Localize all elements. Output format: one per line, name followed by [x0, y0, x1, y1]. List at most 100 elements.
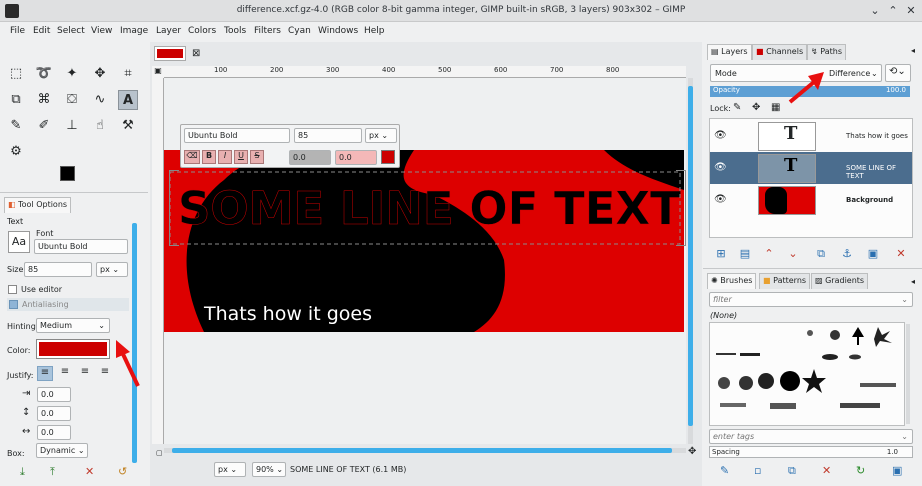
line-spacing-field[interactable]: 0.0 — [37, 406, 71, 421]
justify-center-icon[interactable]: ≡ — [77, 366, 93, 381]
lock-pixels-icon[interactable]: ✎ — [733, 102, 741, 113]
menu-help[interactable]: Help — [364, 26, 385, 36]
status-unit-select[interactable]: px ⌄ — [214, 462, 246, 477]
antialiasing-checkbox[interactable] — [9, 300, 18, 309]
italic-button[interactable]: I — [218, 150, 232, 164]
vertical-scrollbar-track[interactable] — [688, 78, 693, 444]
dock-menu-icon[interactable]: ◂ — [911, 46, 915, 55]
menu-filters[interactable]: Filters — [254, 26, 281, 36]
layer-mask-icon[interactable]: ▣ — [866, 247, 880, 261]
anchor-layer-icon[interactable]: ⚓ — [840, 247, 854, 261]
duplicate-brush-icon[interactable]: ⧉ — [788, 464, 796, 478]
baseline-field[interactable]: 0.0 — [289, 150, 331, 165]
antialiasing-row[interactable]: Antialiasing — [7, 298, 129, 311]
dodge-burn-icon[interactable]: ⚒ — [118, 116, 138, 136]
smudge-icon[interactable]: ☝ — [90, 116, 110, 136]
subtext[interactable]: Thats how it goes — [203, 303, 372, 325]
canvas-unit-select[interactable]: px ⌄ — [365, 128, 397, 143]
tab-channels[interactable]: ■ Channels — [752, 44, 808, 60]
justify-left-icon[interactable]: ≡ — [37, 366, 53, 381]
menu-select[interactable]: Select — [57, 26, 85, 36]
quick-mask-icon[interactable]: ▢ — [156, 449, 163, 457]
layer-name[interactable]: Background — [846, 196, 893, 204]
spacing-slider[interactable]: Spacing 1.0 — [709, 446, 913, 458]
strikethrough-button[interactable]: S — [250, 150, 264, 164]
font-field[interactable]: Ubuntu Bold — [34, 239, 128, 254]
image-canvas[interactable]: SOME LINE OF TEXT Thats how it goes — [164, 150, 684, 332]
menu-layer[interactable]: Layer — [156, 26, 181, 36]
minimize-icon[interactable]: ⌄ — [868, 4, 882, 18]
maximize-icon[interactable]: ⌃ — [886, 4, 900, 18]
new-brush-icon[interactable]: ▫ — [754, 464, 761, 477]
open-brush-as-image-icon[interactable]: ▣ — [892, 464, 902, 477]
layer-row[interactable]: 👁 Background — [710, 184, 912, 216]
tab-paths[interactable]: ↯ Paths — [807, 44, 846, 60]
eye-icon[interactable]: 👁 — [714, 162, 727, 173]
crop-tool-icon[interactable]: ⌗ — [118, 64, 138, 84]
ruler-corner-icon[interactable]: ▣ — [152, 66, 164, 78]
text-tool-icon[interactable]: A — [118, 90, 138, 110]
delete-brush-icon[interactable]: ✕ — [822, 464, 831, 477]
font-preview-icon[interactable]: Aa — [8, 231, 30, 253]
color-button[interactable] — [36, 339, 110, 359]
lock-position-icon[interactable]: ✥ — [752, 102, 760, 113]
menu-image[interactable]: Image — [120, 26, 148, 36]
brush-grid[interactable] — [709, 322, 905, 426]
warp-transform-icon[interactable]: ⌘ — [34, 90, 54, 110]
text-box-handle-left[interactable] — [169, 170, 179, 246]
vertical-ruler[interactable] — [152, 78, 164, 444]
brushes-dock-menu-icon[interactable]: ◂ — [911, 277, 915, 286]
layer-row[interactable]: 👁 T Thats how it goes — [710, 120, 912, 152]
horizontal-scrollbar-track[interactable] — [164, 448, 686, 453]
fuzzy-select-icon[interactable]: ✦ — [62, 64, 82, 84]
menu-tools[interactable]: Tools — [224, 26, 246, 36]
brush-tags-input[interactable]: enter tags ⌄ — [709, 429, 913, 444]
navigate-icon[interactable]: ✥ — [688, 446, 696, 457]
color-picker-icon[interactable]: ✎ — [6, 116, 26, 136]
clone-stamp-icon[interactable]: ⊥ — [62, 116, 82, 136]
tab-patterns[interactable]: ■ Patterns — [759, 273, 811, 289]
gegl-operation-icon[interactable]: ⚙ — [6, 142, 26, 162]
tab-brushes[interactable]: ✺ Brushes — [707, 273, 757, 289]
raise-layer-icon[interactable]: ⌃ — [762, 247, 776, 261]
tab-layers[interactable]: ▤ Layers — [707, 44, 752, 60]
close-image-tab-icon[interactable]: ⊠ — [192, 48, 200, 59]
rect-select-icon[interactable]: ⬚ — [6, 64, 26, 84]
justify-fill-icon[interactable]: ≡ — [97, 366, 113, 381]
zoom-select[interactable]: 90% ⌄ — [252, 462, 286, 477]
justify-right-icon[interactable]: ≡ — [57, 366, 73, 381]
hinting-select[interactable]: Medium ⌄ — [36, 318, 110, 333]
menu-colors[interactable]: Colors — [188, 26, 216, 36]
menu-edit[interactable]: Edit — [33, 26, 50, 36]
text-color-swatch[interactable] — [381, 150, 395, 164]
horizontal-ruler[interactable]: 100 200 300 400 500 600 700 800 — [164, 66, 686, 78]
menu-view[interactable]: View — [91, 26, 112, 36]
lower-layer-icon[interactable]: ⌄ — [786, 247, 800, 261]
delete-options-icon[interactable]: ✕ — [85, 465, 94, 478]
duplicate-layer-icon[interactable]: ⧉ — [814, 247, 828, 261]
restore-options-icon[interactable]: ⤒ — [50, 465, 55, 479]
menu-file[interactable]: File — [10, 26, 25, 36]
clear-style-icon[interactable]: ⌫ — [184, 150, 200, 164]
edit-brush-icon[interactable]: ✎ — [720, 464, 729, 477]
paths-tool-icon[interactable]: ∿ — [90, 90, 110, 110]
underline-button[interactable]: U — [234, 150, 248, 164]
brush-grid-scrollbar[interactable] — [906, 324, 910, 424]
text-box-handle-right[interactable] — [676, 170, 686, 246]
move-tool-icon[interactable]: ✥ — [90, 64, 110, 84]
lasso-icon[interactable]: ➰ — [34, 64, 54, 84]
refresh-brushes-icon[interactable]: ↻ — [856, 464, 865, 477]
canvas-size-field[interactable]: 85 — [294, 128, 362, 143]
canvas-font-field[interactable]: Ubuntu Bold — [184, 128, 290, 143]
indent-field[interactable]: 0.0 — [37, 387, 71, 402]
tab-gradients[interactable]: ▨ Gradients — [811, 273, 869, 289]
menu-windows[interactable]: Windows — [318, 26, 358, 36]
layer-name[interactable]: Thats how it goes — [846, 132, 908, 140]
bucket-fill-icon[interactable]: ⛋ — [62, 90, 82, 110]
letter-spacing-field[interactable]: 0.0 — [37, 425, 71, 440]
brush-filter-input[interactable]: filter ⌄ — [709, 292, 913, 307]
bold-button[interactable]: B — [202, 150, 216, 164]
close-icon[interactable]: ✕ — [904, 4, 918, 18]
use-editor-checkbox[interactable] — [8, 285, 17, 294]
foreground-color-swatch[interactable] — [60, 166, 75, 181]
